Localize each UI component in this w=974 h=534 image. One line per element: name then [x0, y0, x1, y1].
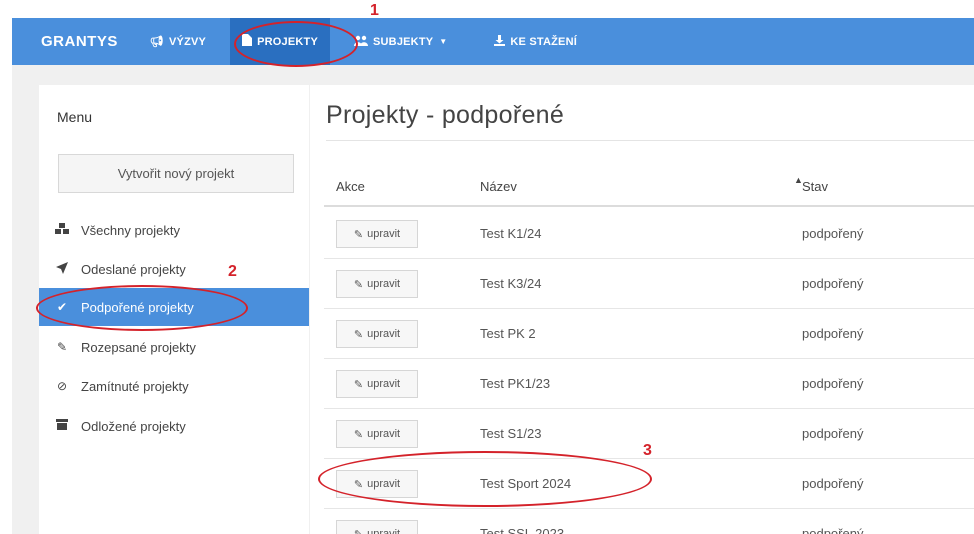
annotation-ellipse-3 — [318, 451, 652, 507]
sidebar-item-label: Odložené projekty — [81, 418, 186, 434]
pencil-icon: ✎ — [353, 328, 364, 341]
table-row: ✎ upravit Test K1/24 podpořený — [324, 209, 974, 259]
project-name: Test PK1/23 — [480, 376, 551, 391]
edit-button[interactable]: ✎upravit — [336, 270, 418, 298]
project-name: Test K1/24 — [480, 226, 542, 241]
annotation-number-1: 1 — [370, 2, 379, 19]
sidebar-item-label: Zamítnuté projekty — [81, 378, 189, 394]
new-project-button[interactable]: Vytvořit nový projekt — [58, 154, 294, 193]
annotation-ellipse-2 — [36, 285, 248, 331]
sidebar-item-sent[interactable]: Odeslané projekty — [39, 250, 309, 288]
table-row: ✎ upravit Test PK1/23 podpořený — [324, 359, 974, 409]
pencil-icon: ✎ — [354, 528, 363, 534]
project-status: podpořený — [802, 376, 864, 391]
pencil-icon: ✎ — [353, 228, 364, 241]
project-status: podpořený — [802, 426, 864, 441]
table-row: ✎upravit Test SSL 2023 podpořený — [324, 509, 974, 534]
edit-button[interactable]: ✎upravit — [336, 220, 418, 248]
archive-icon — [55, 419, 69, 433]
project-name: Test S1/23 — [480, 426, 542, 441]
nav-subjekty[interactable]: SUBJEKTY ▼ — [344, 18, 462, 65]
brand-logo[interactable]: GRANTYS — [41, 33, 118, 50]
project-name: Test K3/24 — [480, 276, 542, 291]
cubes-icon — [55, 222, 69, 238]
sidebar-item-drafts[interactable]: ✎ Rozepsané projekty — [39, 328, 309, 366]
pencil-icon: ✎ — [353, 278, 364, 291]
caret-down-icon: ▼ — [439, 37, 448, 46]
project-name: Test PK 2 — [480, 326, 536, 341]
ban-icon: ⊘ — [56, 379, 68, 393]
project-status: podpořený — [802, 326, 864, 341]
project-status: podpořený — [802, 276, 864, 291]
pencil-icon: ✎ — [56, 340, 68, 354]
edit-button[interactable]: ✎upravit — [336, 370, 418, 398]
project-status: podpořený — [802, 476, 864, 491]
edit-button[interactable]: ✎upravit — [336, 420, 418, 448]
edit-button[interactable]: ✎upravit — [336, 520, 418, 534]
annotation-ellipse-1 — [234, 21, 358, 67]
sidebar-item-rejected[interactable]: ⊘ Zamítnuté projekty — [39, 367, 309, 405]
sidebar-item-label: Rozepsané projekty — [81, 339, 196, 355]
nav-vyzvy-label: VÝZVY — [169, 35, 207, 48]
annotation-number-3: 3 — [643, 442, 652, 459]
column-header-stav[interactable]: Stav — [802, 179, 828, 194]
project-status: podpořený — [802, 526, 864, 534]
download-icon — [494, 34, 506, 49]
send-icon — [55, 261, 69, 277]
table-row: ✎ upravit Test K3/24 podpořený — [324, 259, 974, 309]
sidebar-item-label: Všechny projekty — [81, 222, 180, 238]
nav-ke-stazeni[interactable]: KE STAŽENÍ — [484, 18, 587, 65]
page-title: Projekty - podpořené — [326, 101, 565, 129]
navbar: GRANTYS 📢︎ VÝZVY PROJEKTY SUBJEKTY ▼ KE … — [12, 18, 974, 65]
column-header-nazev[interactable]: Název — [480, 179, 517, 194]
megaphone-icon: 📢︎ — [149, 36, 165, 48]
sidebar-item-postponed[interactable]: Odložené projekty — [39, 407, 309, 445]
project-status: podpořený — [802, 226, 864, 241]
nav-subjekty-label: SUBJEKTY — [373, 35, 434, 48]
annotation-number-2: 2 — [228, 263, 237, 280]
table-row: ✎ upravit Test PK 2 podpořený — [324, 309, 974, 359]
sidebar-item-label: Odeslané projekty — [81, 261, 186, 277]
project-name: Test SSL 2023 — [480, 526, 565, 534]
edit-button[interactable]: ✎upravit — [336, 320, 418, 348]
column-header-akce: Akce — [336, 179, 365, 194]
menu-title: Menu — [57, 109, 93, 125]
table-header: Akce Název ▲ Stav — [324, 175, 974, 207]
title-divider — [326, 140, 974, 141]
pencil-icon: ✎ — [353, 378, 364, 391]
pencil-icon: ✎ — [353, 428, 364, 441]
nav-ke-stazeni-label: KE STAŽENÍ — [510, 35, 577, 48]
sidebar-item-all[interactable]: Všechny projekty — [39, 211, 309, 249]
nav-vyzvy[interactable]: 📢︎ VÝZVY — [140, 18, 216, 65]
